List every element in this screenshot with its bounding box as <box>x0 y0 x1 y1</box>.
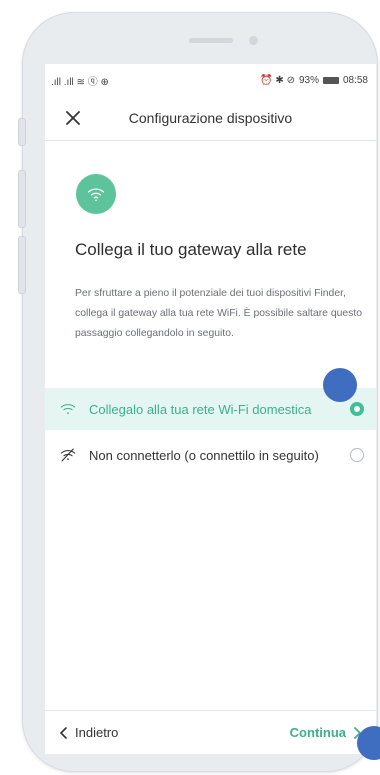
hero-wifi-badge <box>76 174 116 214</box>
footer-nav: Indietro Continua <box>45 710 376 754</box>
battery-percent: 93% <box>298 74 319 86</box>
signal-wifi-status-icons: .ıll .ıll ≋ ⓠ ⊕ <box>51 76 109 88</box>
phone-side-button-volume-down <box>18 236 26 294</box>
continue-button[interactable]: Continua <box>290 725 362 740</box>
touch-marker <box>323 368 357 402</box>
phone-side-button-volume-up <box>18 170 26 228</box>
clock: 08:58 <box>342 74 368 86</box>
option-connect-later[interactable]: Non connetterlo (o connettilo in seguito… <box>45 434 376 476</box>
radio-selected[interactable] <box>350 402 364 416</box>
battery-icon <box>322 76 339 84</box>
status-bar: .ıll .ıll ≋ ⓠ ⊕ ⏰ ✱ ⊘ 93% 08:58 <box>45 64 376 96</box>
option-label: Non connetterlo (o connettilo in seguito… <box>89 447 319 463</box>
status-left: .ıll .ıll ≋ ⓠ ⊕ <box>51 73 109 88</box>
phone-camera <box>249 36 258 45</box>
back-button[interactable]: Indietro <box>59 725 118 740</box>
wifi-icon <box>60 404 76 414</box>
wifi-icon <box>87 188 105 202</box>
phone-speaker <box>189 38 233 43</box>
radio-unselected[interactable] <box>350 448 364 462</box>
chevron-left-icon <box>59 726 67 739</box>
page-header-title: Configurazione dispositivo <box>128 110 293 126</box>
page-description: Per sfruttare a pieno il potenziale dei … <box>75 288 363 339</box>
continue-label: Continua <box>289 725 346 740</box>
phone-side-button-mute <box>18 118 26 146</box>
app-screen: .ıll .ıll ≋ ⓠ ⊕ ⏰ ✱ ⊘ 93% 08:58 Configur… <box>45 64 376 754</box>
wifi-off-icon <box>60 448 76 462</box>
page-title: Collega il tuo gateway alla rete <box>75 240 307 259</box>
status-right: ⏰ ✱ ⊘ 93% 08:58 <box>260 75 368 86</box>
alarm-bluetooth-mute-icons: ⏰ ✱ ⊘ <box>260 74 295 86</box>
close-icon[interactable] <box>61 106 85 130</box>
app-header: Configurazione dispositivo <box>45 96 376 141</box>
back-label: Indietro <box>75 725 119 740</box>
option-label: Collegalo alla tua rete Wi-Fi domestica <box>89 401 312 417</box>
